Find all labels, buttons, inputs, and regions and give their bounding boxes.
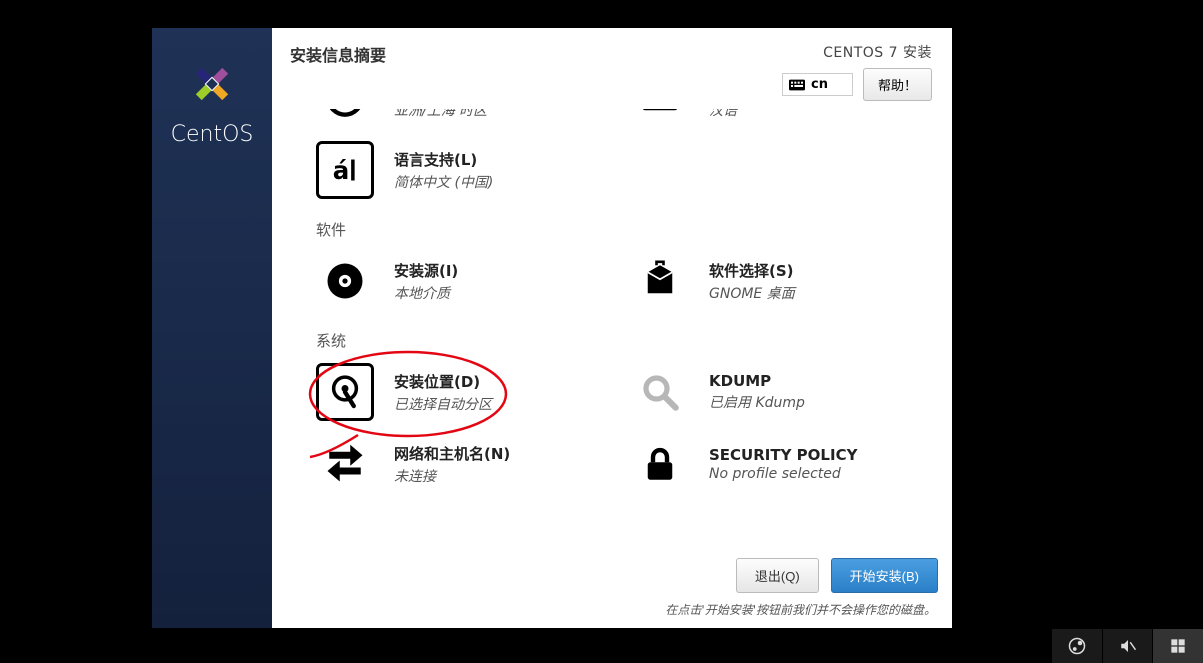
- spoke-security-policy[interactable]: SECURITY POLICY No profile selected: [631, 435, 926, 493]
- taskbar-steam-icon[interactable]: [1051, 629, 1102, 663]
- main-panel: 安装信息摘要 CENTOS 7 安装 cn 帮助！: [272, 28, 952, 628]
- svg-text:á: á: [333, 156, 350, 185]
- clock-icon: [324, 109, 366, 119]
- spoke-title: 安装位置(D): [394, 371, 492, 392]
- spoke-title: KDUMP: [709, 372, 805, 390]
- spoke-value: 亚洲/上海 时区: [394, 109, 493, 120]
- spoke-language[interactable]: á 语言支持(L) 简体中文 (中国): [316, 141, 616, 199]
- package-icon: [639, 260, 681, 302]
- page-title: 安装信息摘要: [290, 42, 386, 66]
- magnifier-icon: [639, 371, 681, 413]
- spoke-title: SECURITY POLICY: [709, 446, 857, 464]
- begin-install-button[interactable]: 开始安装(B): [831, 558, 938, 593]
- installer-window: CentOS 安装信息摘要 CENTOS 7 安装 cn: [152, 28, 952, 628]
- spoke-title: 网络和主机名(N): [394, 443, 510, 464]
- spoke-kdump[interactable]: KDUMP 已启用 Kdump: [631, 363, 926, 421]
- spoke-value: 已启用 Kdump: [709, 392, 805, 412]
- spoke-title: 语言支持(L): [394, 149, 493, 170]
- footer-note: 在点击'开始安装'按钮前我们并不会操作您的磁盘。: [665, 601, 938, 618]
- help-button[interactable]: 帮助！: [863, 68, 932, 101]
- lock-icon: [639, 443, 681, 485]
- taskbar-windows-icon[interactable]: [1152, 629, 1203, 663]
- spoke-value: GNOME 桌面: [709, 283, 795, 303]
- spoke-datetime[interactable]: 日期和时间(T) 亚洲/上海 时区: [316, 109, 611, 127]
- spoke-title: 软件选择(S): [709, 260, 795, 281]
- sidebar: CentOS: [152, 28, 272, 628]
- spoke-value: 本地介质: [394, 283, 458, 303]
- spoke-value: 汉语: [709, 109, 764, 120]
- spoke-value: No profile selected: [709, 466, 857, 482]
- header: 安装信息摘要 CENTOS 7 安装 cn 帮助！: [272, 28, 952, 109]
- steam-icon: [1068, 637, 1086, 655]
- section-system: 系统: [316, 330, 926, 351]
- centos-logo-icon: [186, 58, 238, 110]
- centos-logo: CentOS: [171, 58, 254, 147]
- spoke-value: 已选择自动分区: [394, 394, 492, 414]
- quit-button[interactable]: 退出(Q): [736, 558, 819, 593]
- spoke-keyboard[interactable]: 键盘(K) 汉语: [631, 109, 926, 127]
- keyboard-layout-indicator[interactable]: cn: [782, 73, 853, 96]
- spoke-install-source[interactable]: 安装源(I) 本地介质: [316, 252, 611, 310]
- keyboard-layout-code: cn: [811, 77, 828, 92]
- spoke-network[interactable]: 网络和主机名(N) 未连接: [316, 435, 611, 493]
- network-arrows-icon: [324, 443, 366, 485]
- disc-icon: [324, 260, 366, 302]
- spoke-software-selection[interactable]: 软件选择(S) GNOME 桌面: [631, 252, 926, 310]
- keyboard-icon: [789, 79, 805, 91]
- spoke-value: 简体中文 (中国): [394, 172, 493, 192]
- harddisk-icon: [324, 371, 366, 413]
- spoke-title: 安装源(I): [394, 260, 458, 281]
- install-label: CENTOS 7 安装: [823, 42, 932, 62]
- language-icon: á: [324, 149, 366, 191]
- windows-icon: [1170, 638, 1186, 654]
- taskbar: [1051, 629, 1203, 663]
- content-area: 日期和时间(T) 亚洲/上海 时区: [272, 109, 952, 552]
- footer: 退出(Q) 开始安装(B) 在点击'开始安装'按钮前我们并不会操作您的磁盘。: [272, 552, 952, 628]
- spoke-install-destination[interactable]: 安装位置(D) 已选择自动分区: [316, 363, 611, 421]
- spoke-value: 未连接: [394, 466, 510, 486]
- keyboard-icon: [639, 109, 681, 119]
- taskbar-sound-icon[interactable]: [1102, 629, 1153, 663]
- centos-brand-text: CentOS: [171, 122, 254, 147]
- section-software: 软件: [316, 219, 926, 240]
- sound-muted-icon: [1119, 637, 1137, 655]
